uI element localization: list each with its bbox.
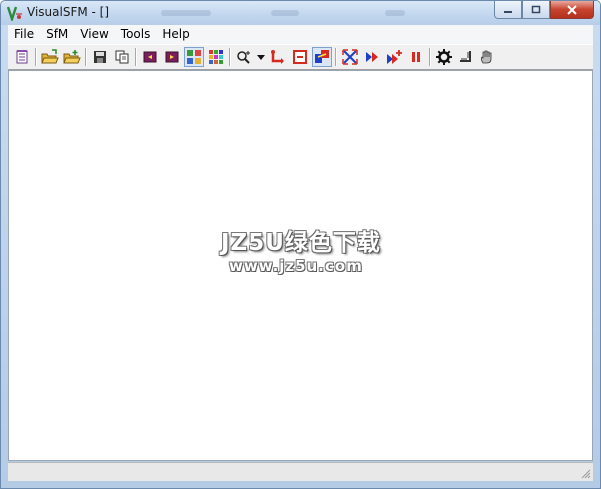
feature-view-button[interactable] xyxy=(206,47,226,67)
watermark-title: JZ5U绿色下载 xyxy=(221,230,381,256)
status-bar xyxy=(8,462,593,481)
toolbar xyxy=(8,44,593,70)
pair-view-icon xyxy=(315,50,329,63)
copy-icon xyxy=(115,50,129,64)
next-image-icon xyxy=(165,51,179,63)
dropdown-arrow-icon xyxy=(256,55,265,60)
zoom-dropdown-button[interactable] xyxy=(256,47,266,67)
window-controls xyxy=(494,1,594,19)
notepad-icon xyxy=(16,50,28,64)
log-window-button[interactable] xyxy=(12,47,32,67)
next-image-button[interactable] xyxy=(162,47,182,67)
window-title: VisualSFM - [] xyxy=(27,5,110,19)
compute-match-button[interactable] xyxy=(268,47,288,67)
watermark: JZ5U绿色下载 www.jz5u.com xyxy=(221,223,381,275)
toolbar-separator xyxy=(429,48,431,66)
open-multiple-icon xyxy=(63,50,81,64)
fullscreen-button[interactable] xyxy=(340,47,360,67)
fullscreen-icon xyxy=(342,49,358,65)
close-icon xyxy=(567,4,577,15)
menu-bar: File SfM View Tools Help xyxy=(8,25,593,44)
app-window: VisualSFM - [] File SfM View Tools Help xyxy=(0,0,601,489)
zoom-icon xyxy=(237,51,250,64)
menu-help[interactable]: Help xyxy=(156,25,195,44)
open-button[interactable] xyxy=(40,47,60,67)
maximize-icon xyxy=(531,5,541,14)
pause-icon xyxy=(412,52,420,62)
copy-button[interactable] xyxy=(112,47,132,67)
maximize-button[interactable] xyxy=(522,1,550,19)
color-grid-icon xyxy=(209,50,223,64)
title-bar[interactable]: VisualSFM - [] xyxy=(1,1,600,25)
toolbar-separator xyxy=(35,48,37,66)
run-sfm-icon xyxy=(366,52,378,62)
minimize-icon xyxy=(504,10,512,13)
minimize-button[interactable] xyxy=(494,1,522,19)
close-button[interactable] xyxy=(550,1,594,19)
run-step-icon xyxy=(387,50,402,64)
resize-grip-icon[interactable] xyxy=(581,469,591,479)
thumbnails-button[interactable] xyxy=(184,47,204,67)
background-blur xyxy=(385,10,405,16)
measure-button[interactable] xyxy=(456,47,476,67)
prev-image-icon xyxy=(143,51,157,63)
pair-view-button[interactable] xyxy=(312,47,332,67)
zoom-button[interactable] xyxy=(234,47,254,67)
toolbar-separator xyxy=(85,48,87,66)
hand-pan-icon xyxy=(480,50,492,64)
open-folder-icon xyxy=(41,49,59,64)
remove-icon xyxy=(293,50,307,64)
toolbar-separator xyxy=(135,48,137,66)
thumbnails-icon xyxy=(187,50,201,64)
main-canvas[interactable]: JZ5U绿色下载 www.jz5u.com xyxy=(8,70,593,461)
menu-sfm[interactable]: SfM xyxy=(40,25,74,44)
toolbar-separator xyxy=(335,48,337,66)
pan-button[interactable] xyxy=(478,47,498,67)
compute-match-icon xyxy=(271,50,284,64)
run-sfm-button[interactable] xyxy=(362,47,382,67)
toolbar-separator xyxy=(229,48,231,66)
settings-button[interactable] xyxy=(434,47,454,67)
menu-view[interactable]: View xyxy=(74,25,114,44)
visualsfm-logo-icon xyxy=(7,6,22,21)
menu-file[interactable]: File xyxy=(8,25,40,44)
remove-button[interactable] xyxy=(290,47,310,67)
save-icon xyxy=(94,51,106,63)
ruler-icon xyxy=(460,51,471,62)
watermark-url: www.jz5u.com xyxy=(229,257,363,275)
background-blur xyxy=(161,10,211,16)
menu-tools[interactable]: Tools xyxy=(115,25,157,44)
run-step-button[interactable] xyxy=(384,47,404,67)
settings-gear-icon xyxy=(436,49,452,65)
open-multiple-button[interactable] xyxy=(62,47,82,67)
save-button[interactable] xyxy=(90,47,110,67)
previous-image-button[interactable] xyxy=(140,47,160,67)
pause-button[interactable] xyxy=(406,47,426,67)
background-blur xyxy=(271,10,299,16)
